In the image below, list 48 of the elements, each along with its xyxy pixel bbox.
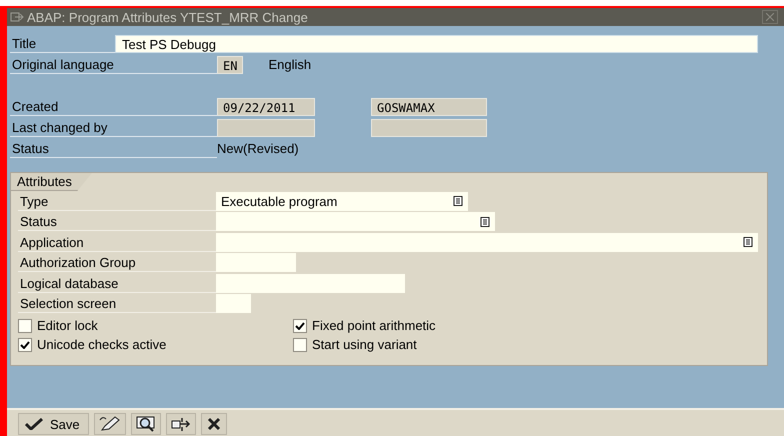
dropdown-field[interactable]	[216, 212, 495, 232]
created-date-field: 09/22/2011	[217, 98, 315, 116]
attributes-tab[interactable]: Attributes	[11, 173, 92, 191]
transfer-button[interactable]	[166, 413, 196, 435]
dropdown-field[interactable]: Executable program	[216, 192, 468, 211]
checkmark-icon	[25, 418, 43, 430]
input-field[interactable]	[216, 274, 405, 293]
save-button[interactable]: Save	[18, 413, 89, 435]
arrow-icon	[170, 416, 191, 432]
language-name: English	[267, 57, 312, 72]
field-label: Last changed by	[10, 118, 217, 137]
close-button[interactable]	[762, 10, 778, 24]
cancel-button[interactable]	[200, 413, 227, 435]
window-icon	[10, 12, 24, 22]
checkbox-label: Unicode checks active	[37, 337, 166, 352]
magnifier-icon	[136, 416, 156, 432]
find-button[interactable]	[130, 413, 161, 435]
list-icon	[453, 196, 463, 206]
list-icon	[743, 237, 753, 248]
field-label: Selection screen	[18, 294, 216, 314]
checkbox-label: Start using variant	[312, 337, 417, 352]
field-label: Application	[18, 232, 216, 252]
field-label: Authorization Group	[18, 253, 216, 272]
created-by-field: GOSWAMAX	[371, 98, 487, 116]
input-field[interactable]	[216, 253, 296, 272]
list-icon	[480, 216, 490, 227]
field-label: Logical database	[18, 274, 216, 293]
close-icon	[766, 13, 774, 21]
field-label: Status	[18, 212, 216, 232]
checkbox[interactable]	[18, 338, 32, 352]
status-value: New(Revised)	[217, 141, 299, 156]
edit-button[interactable]	[94, 413, 126, 435]
checkbox-label: Editor lock	[37, 318, 98, 333]
checkbox[interactable]	[293, 318, 307, 332]
checkbox[interactable]	[293, 338, 307, 352]
dropdown-field[interactable]	[216, 232, 758, 252]
title-field[interactable]: Test PS Debugg	[115, 34, 758, 52]
cancel-icon	[206, 417, 221, 431]
input-field[interactable]	[216, 294, 251, 314]
field-label: Type	[18, 192, 216, 211]
checkbox[interactable]	[18, 318, 32, 332]
window-title: ABAP: Program Attributes YTEST_MRR Change	[27, 10, 309, 24]
checkbox-label: Fixed point arithmetic	[312, 318, 436, 333]
language-code-field: EN	[217, 56, 244, 74]
pencil-icon	[98, 416, 121, 432]
field-label: Status	[10, 139, 217, 158]
field-label: Original language	[10, 55, 217, 74]
field-label: Created	[10, 97, 217, 116]
